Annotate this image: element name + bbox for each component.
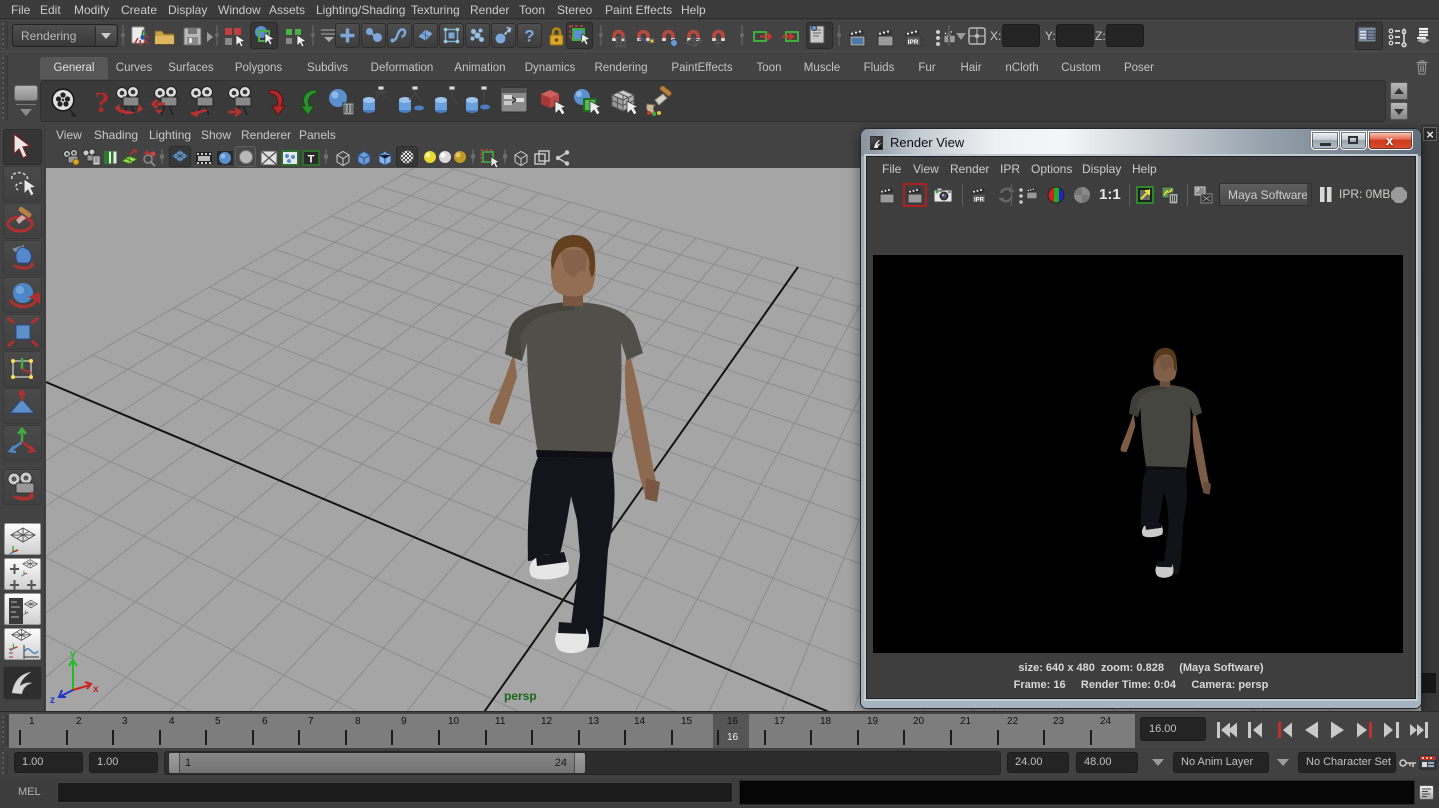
svg-text:IPR: IPR: [908, 39, 919, 46]
svg-text:IPR: IPR: [974, 198, 985, 204]
svg-text:y: y: [70, 649, 76, 660]
svg-text:?: ?: [95, 86, 110, 118]
svg-text:x: x: [93, 684, 99, 695]
svg-text:?: ?: [524, 27, 534, 46]
svg-text:persp: persp: [504, 689, 537, 703]
svg-text:z: z: [50, 695, 55, 706]
svg-text:T: T: [308, 154, 315, 166]
